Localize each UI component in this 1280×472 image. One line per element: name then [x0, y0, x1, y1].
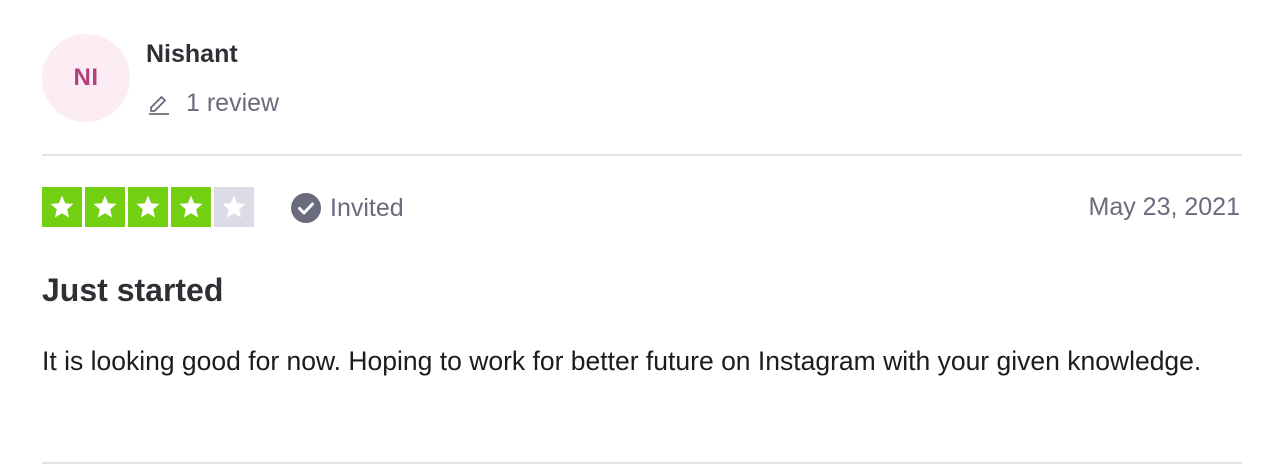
avatar-initials: NI [73, 64, 99, 91]
divider [42, 154, 1242, 156]
pencil-icon [146, 90, 172, 116]
star-filled [171, 187, 211, 227]
divider [42, 462, 1242, 464]
star-icon [93, 195, 117, 218]
star-filled [128, 187, 168, 227]
star-icon [222, 195, 246, 218]
star-empty [214, 187, 254, 227]
review-body: It is looking good for now. Hoping to wo… [42, 346, 1202, 376]
review-card: NI Nishant 1 review Invited May 23, 2021… [42, 0, 1242, 472]
review-count: 1 review [146, 87, 279, 119]
avatar[interactable]: NI [42, 34, 130, 122]
star-icon [136, 195, 160, 218]
reviewer-name[interactable]: Nishant [146, 40, 238, 69]
review-count-label: 1 review [186, 88, 280, 117]
star-icon [50, 195, 74, 218]
invited-label: Invited [330, 193, 404, 222]
star-filled [85, 187, 125, 227]
star-filled [42, 187, 82, 227]
check-circle-icon [290, 192, 322, 224]
star-rating [42, 187, 254, 227]
review-date: May 23, 2021 [1088, 193, 1241, 221]
invited-badge[interactable]: Invited [290, 192, 404, 224]
review-title[interactable]: Just started [42, 272, 223, 309]
star-icon [179, 195, 203, 218]
